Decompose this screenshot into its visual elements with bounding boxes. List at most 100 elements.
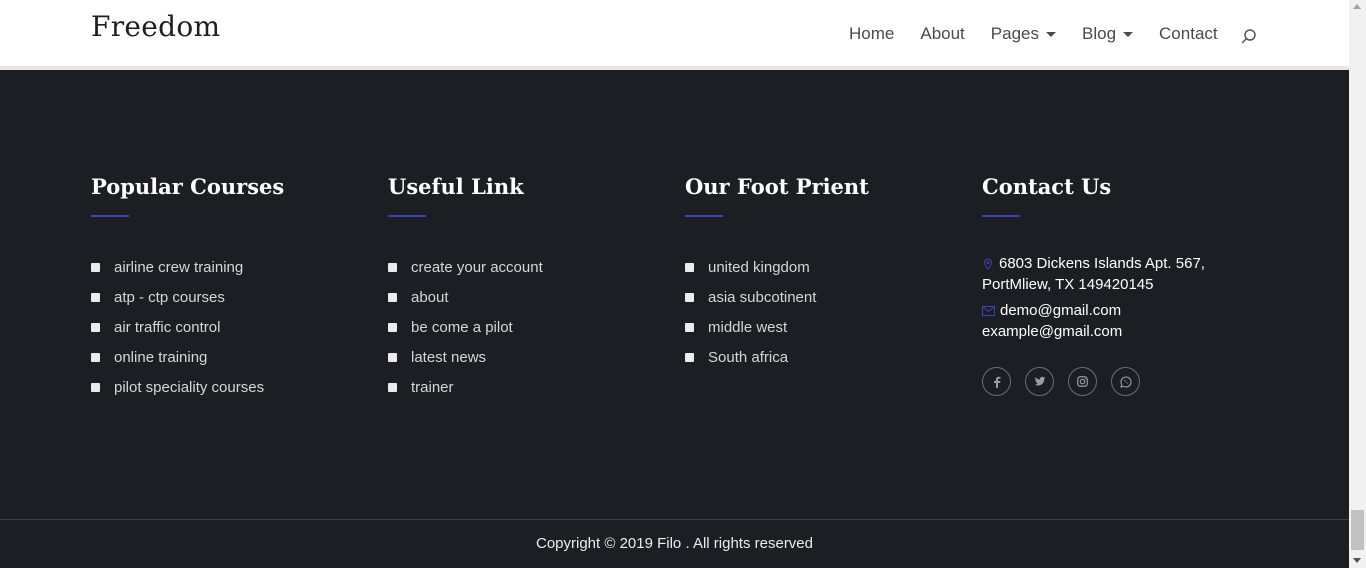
square-bullet-icon	[388, 262, 397, 272]
email-group: demo@gmail.com example@gmail.com	[982, 300, 1205, 342]
footer-col-title: Our Foot Prient	[685, 174, 869, 199]
footer-col-popular-courses: Popular Courses airline crew training at…	[91, 174, 284, 402]
email-primary[interactable]: demo@gmail.com	[982, 300, 1205, 321]
list-item-label: air traffic control	[114, 318, 221, 336]
square-bullet-icon	[91, 292, 100, 302]
search-icon[interactable]	[1241, 28, 1257, 44]
list-item[interactable]: atp - ctp courses	[91, 282, 284, 312]
square-bullet-icon	[685, 262, 694, 272]
nav-item-about[interactable]: About	[920, 24, 964, 44]
site-header: Freedom Home About Pages Blog Contact	[0, 0, 1349, 66]
list-item-label: asia subcotinent	[708, 288, 817, 306]
list-item[interactable]: pilot speciality courses	[91, 372, 284, 402]
nav-label: Home	[849, 24, 895, 43]
address-line: 6803 Dickens Islands Apt. 567,	[999, 255, 1205, 272]
twitter-icon	[1034, 376, 1045, 386]
header-divider	[0, 66, 1349, 70]
square-bullet-icon	[91, 352, 100, 362]
footer-link-list: airline crew training atp - ctp courses …	[91, 252, 284, 402]
square-bullet-icon	[388, 352, 397, 362]
nav-label: About	[920, 24, 965, 43]
square-bullet-icon	[685, 352, 694, 362]
nav-label: Contact	[1159, 24, 1218, 43]
list-item[interactable]: trainer	[388, 372, 543, 402]
list-item-label: South africa	[708, 348, 789, 366]
list-item-label: trainer	[411, 378, 454, 396]
list-item[interactable]: middle west	[685, 312, 869, 342]
list-item-label: online training	[114, 348, 208, 366]
footer-col-foot-print: Our Foot Prient united kingdom asia subc…	[685, 174, 869, 372]
main-nav: Home About Pages Blog Contact	[849, 24, 1244, 44]
list-item[interactable]: asia subcotinent	[685, 282, 869, 312]
square-bullet-icon	[388, 382, 397, 392]
social-links	[982, 367, 1205, 396]
page: Freedom Home About Pages Blog Contact Po…	[0, 0, 1349, 568]
twitter-link[interactable]	[1025, 367, 1054, 396]
title-underline	[91, 215, 129, 217]
caret-down-icon	[1123, 31, 1134, 37]
list-item[interactable]: airline crew training	[91, 252, 284, 282]
nav-item-blog[interactable]: Blog	[1082, 24, 1134, 44]
title-underline	[982, 215, 1020, 217]
list-item-label: atp - ctp courses	[114, 288, 225, 306]
list-item[interactable]: air traffic control	[91, 312, 284, 342]
list-item-label: latest news	[411, 348, 487, 366]
envelope-icon	[982, 306, 995, 317]
footer-col-contact: Contact Us 6803 Dickens Islands Apt. 567…	[982, 174, 1205, 396]
whatsapp-link[interactable]	[1111, 367, 1140, 396]
nav-item-contact[interactable]: Contact	[1159, 24, 1218, 44]
footer-col-title: Popular Courses	[91, 174, 285, 199]
list-item[interactable]: about	[388, 282, 543, 312]
facebook-link[interactable]	[982, 367, 1011, 396]
caret-down-icon	[1046, 31, 1056, 37]
map-pin-icon	[983, 258, 993, 270]
nav-item-home[interactable]: Home	[849, 24, 894, 44]
scroll-down-arrow-icon[interactable]	[1353, 558, 1361, 563]
footer-link-list: united kingdom asia subcotinent middle w…	[685, 252, 869, 372]
list-item[interactable]: latest news	[388, 342, 543, 372]
email-text: demo@gmail.com	[1000, 302, 1122, 319]
list-item-label: united kingdom	[708, 258, 810, 276]
square-bullet-icon	[91, 322, 100, 332]
list-item-label: pilot speciality courses	[114, 378, 265, 396]
whatsapp-icon	[1119, 375, 1132, 388]
vertical-scrollbar[interactable]	[1349, 0, 1366, 568]
scroll-up-arrow-icon[interactable]	[1353, 4, 1361, 9]
site-logo[interactable]: Freedom	[91, 10, 220, 43]
title-underline	[388, 215, 426, 217]
square-bullet-icon	[91, 262, 100, 272]
footer-link-list: create your account about be come a pilo…	[388, 252, 543, 402]
list-item[interactable]: create your account	[388, 252, 543, 282]
address: 6803 Dickens Islands Apt. 567,	[982, 253, 1205, 274]
list-item[interactable]: be come a pilot	[388, 312, 543, 342]
list-item-label: about	[411, 288, 449, 306]
footer-col-title: Useful Link	[388, 174, 524, 199]
nav-label: Pages	[990, 24, 1039, 43]
list-item-label: create your account	[411, 258, 543, 276]
square-bullet-icon	[685, 292, 694, 302]
footer-col-useful-link: Useful Link create your account about be…	[388, 174, 543, 402]
title-underline	[685, 215, 723, 217]
facebook-icon	[993, 376, 1000, 388]
nav-item-pages[interactable]: Pages	[991, 24, 1056, 44]
square-bullet-icon	[388, 322, 397, 332]
square-bullet-icon	[685, 322, 694, 332]
list-item-label: middle west	[708, 318, 788, 336]
email-secondary[interactable]: example@gmail.com	[982, 321, 1205, 342]
footer-divider	[0, 519, 1349, 520]
instagram-link[interactable]	[1068, 367, 1097, 396]
contact-info: 6803 Dickens Islands Apt. 567, PortMliew…	[982, 253, 1205, 342]
square-bullet-icon	[388, 292, 397, 302]
scrollbar-thumb[interactable]	[1351, 510, 1364, 550]
nav-label: Blog	[1082, 24, 1117, 43]
list-item[interactable]: online training	[91, 342, 284, 372]
square-bullet-icon	[91, 382, 100, 392]
instagram-icon	[1077, 376, 1088, 387]
list-item[interactable]: South africa	[685, 342, 869, 372]
list-item-label: be come a pilot	[411, 318, 513, 336]
address-line: PortMliew, TX 149420145	[982, 276, 1154, 293]
list-item-label: airline crew training	[114, 258, 244, 276]
list-item[interactable]: united kingdom	[685, 252, 869, 282]
footer-col-title: Contact Us	[982, 174, 1112, 199]
copyright-text: Copyright © 2019 Filo . All rights reser…	[535, 535, 813, 552]
